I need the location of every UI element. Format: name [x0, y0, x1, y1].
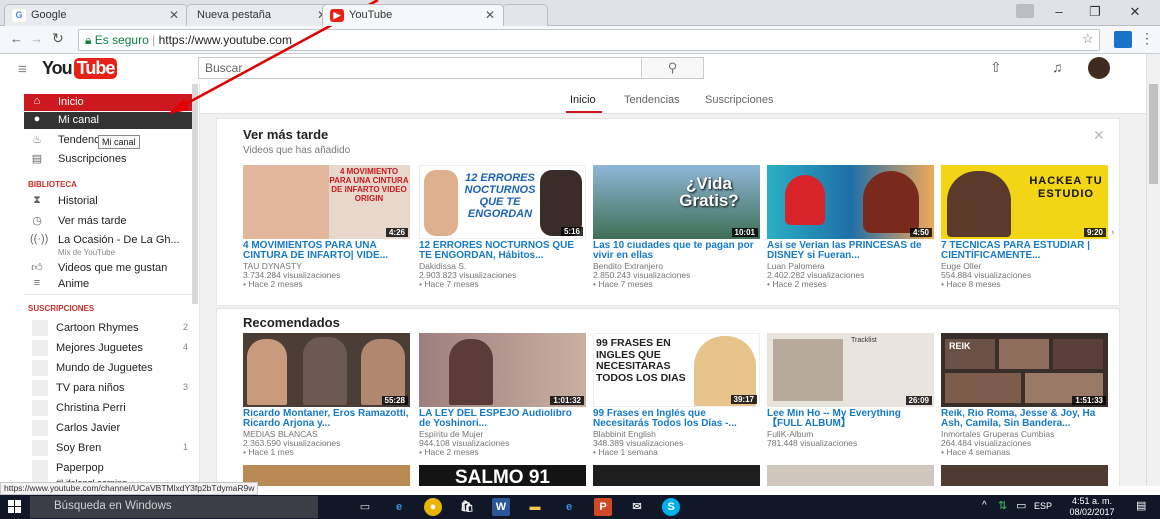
- mail-icon[interactable]: ✉: [628, 498, 646, 516]
- tab-label: YouTube: [349, 9, 393, 21]
- annotation-arrow: [168, 0, 379, 114]
- edge-icon[interactable]: e: [390, 498, 408, 516]
- network-icon[interactable]: ⇅: [998, 499, 1007, 512]
- battery-icon[interactable]: ▭: [1016, 499, 1026, 512]
- system-clock[interactable]: 4:51 a. m. 08/02/2017: [1060, 496, 1124, 518]
- close-tab-icon[interactable]: ✕: [485, 8, 495, 22]
- clock-date: 08/02/2017: [1069, 507, 1115, 517]
- word-icon[interactable]: W: [492, 498, 510, 516]
- action-center-icon[interactable]: ▤: [1136, 499, 1146, 512]
- chrome-icon[interactable]: ●: [424, 498, 442, 516]
- language-indicator[interactable]: ESP: [1034, 501, 1052, 511]
- skype-icon[interactable]: S: [662, 498, 680, 516]
- task-view-icon[interactable]: ▭: [356, 498, 374, 516]
- tab-youtube[interactable]: ▶ YouTube ✕: [322, 4, 504, 26]
- tray-chevron-icon[interactable]: ^: [982, 500, 987, 511]
- internet-explorer-icon[interactable]: e: [560, 498, 578, 516]
- windows-search-box[interactable]: Búsqueda en Windows: [30, 496, 318, 518]
- powerpoint-icon[interactable]: P: [594, 498, 612, 516]
- windows-start-icon[interactable]: [8, 500, 22, 514]
- status-url-tooltip: https://www.youtube.com/channel/UCaVBTMl…: [0, 482, 259, 495]
- store-icon[interactable]: 🛍︎: [458, 498, 476, 516]
- clock-time: 4:51 a. m.: [1071, 496, 1113, 506]
- youtube-favicon: ▶: [330, 9, 344, 22]
- windows-taskbar: Búsqueda en Windows ▭ e ● 🛍︎ W ▬ e P ✉ S…: [0, 495, 1160, 519]
- file-explorer-icon[interactable]: ▬: [526, 498, 544, 516]
